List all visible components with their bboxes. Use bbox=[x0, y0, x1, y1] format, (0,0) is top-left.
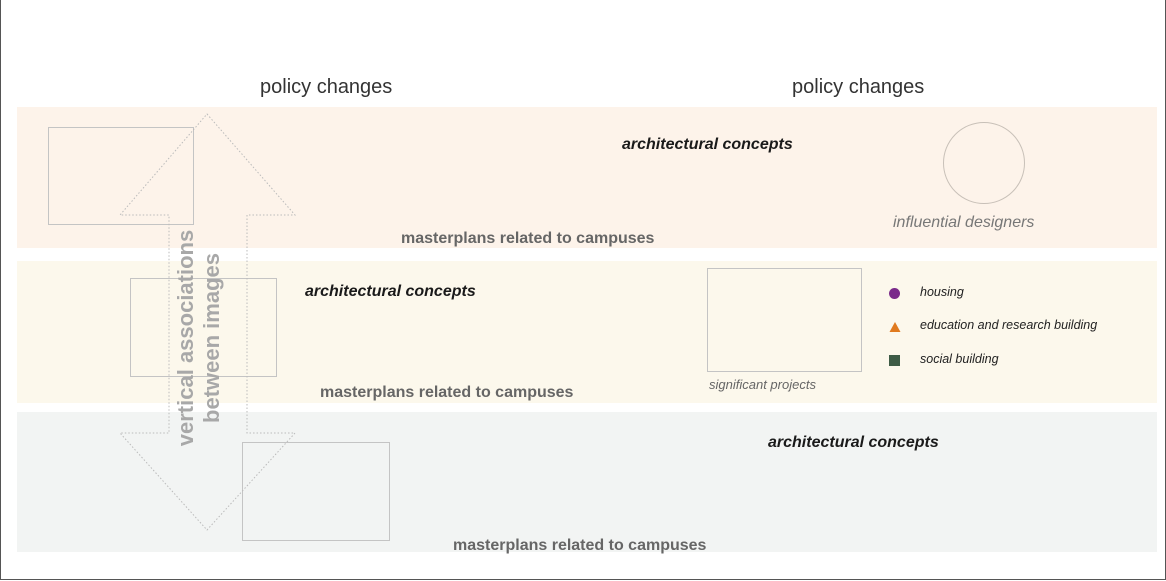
band3-masterplan-label: masterplans related to campuses bbox=[453, 537, 707, 554]
influential-designers-label: influential designers bbox=[893, 214, 1035, 231]
square-icon bbox=[889, 355, 900, 366]
legend-label-housing: housing bbox=[920, 285, 964, 299]
legend-label-social: social building bbox=[920, 352, 999, 366]
triangle-shape bbox=[889, 322, 901, 332]
band2-concept-label: architectural concepts bbox=[305, 283, 476, 300]
triangle-icon bbox=[889, 322, 901, 332]
designer-circle bbox=[943, 122, 1025, 204]
band1-masterplan-label: masterplans related to campuses bbox=[401, 230, 655, 247]
significant-projects-label: significant projects bbox=[709, 377, 816, 392]
band1-concept-label: architectural concepts bbox=[622, 136, 793, 153]
band3-concept-label: architectural concepts bbox=[768, 434, 939, 451]
diagram-frame: policy changes policy changes vertical a… bbox=[0, 0, 1166, 580]
legend-label-education: education and research building bbox=[920, 318, 1098, 332]
circle-icon bbox=[889, 288, 900, 299]
band2-masterplan-label: masterplans related to campuses bbox=[320, 384, 574, 401]
significant-projects-box bbox=[707, 268, 862, 372]
arrow-caption-line1: vertical associations bbox=[173, 229, 198, 447]
arrow-caption-line2: between images bbox=[199, 253, 224, 423]
